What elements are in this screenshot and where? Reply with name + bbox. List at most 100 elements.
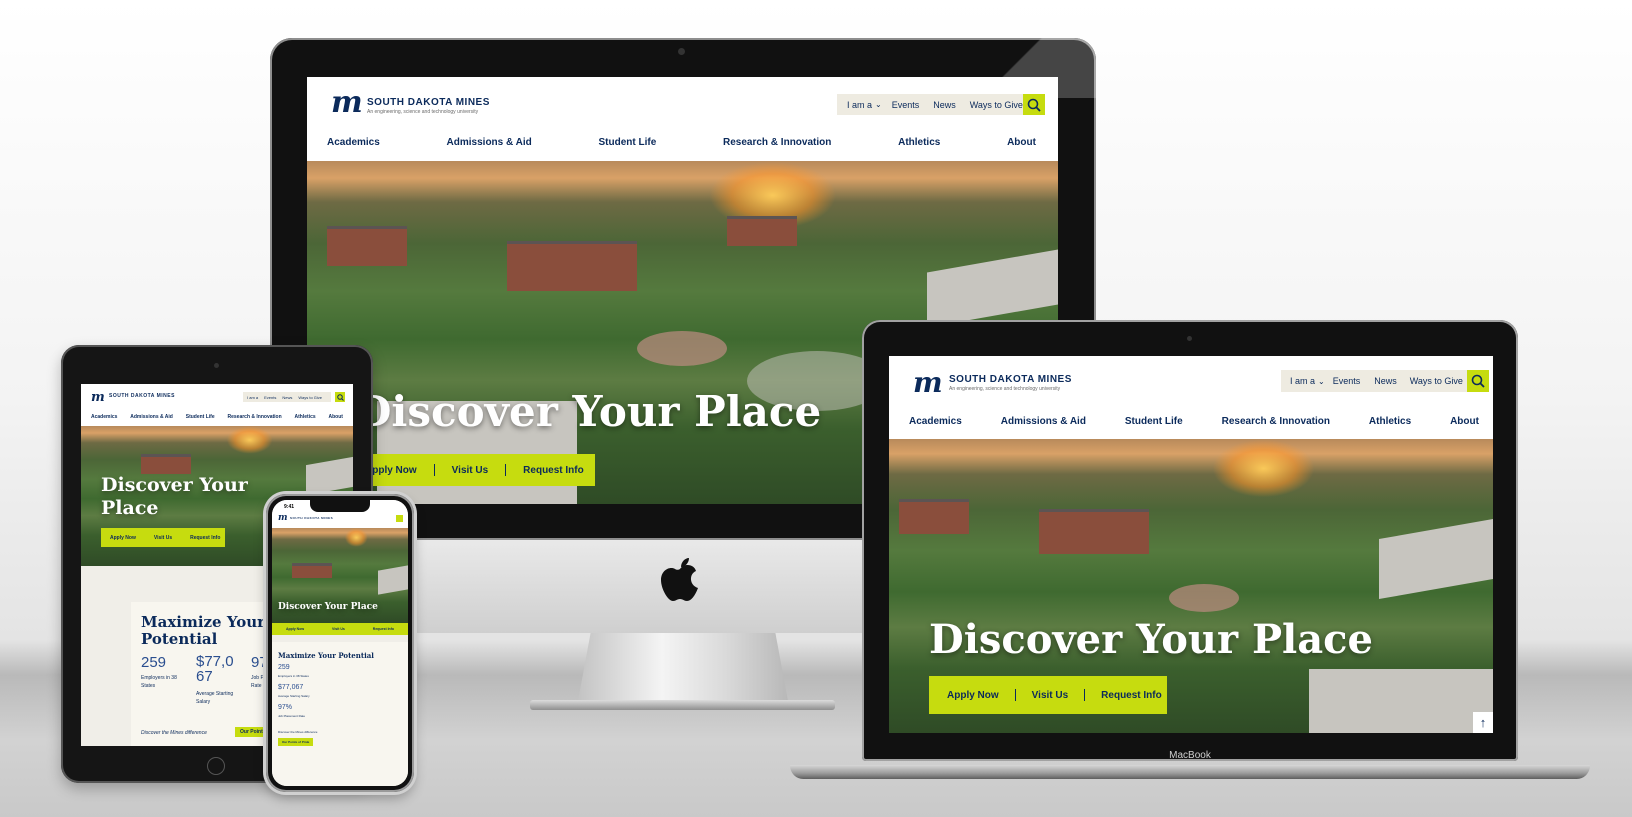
request-info-button[interactable]: Request Info [373, 627, 394, 631]
iphone-screen: 9:41 m SOUTH DAKOTA MINES Discover Your … [272, 500, 408, 786]
macbook-camera [1187, 336, 1192, 341]
stat-value: $77,067 [196, 653, 234, 685]
apply-now-button[interactable]: Apply Now [110, 535, 136, 541]
stat-label: Employers in 38 States [278, 674, 309, 678]
logo[interactable]: m [278, 513, 288, 523]
visit-us-button[interactable]: Visit Us [452, 465, 489, 476]
hero-title: Discover Your Place [278, 602, 378, 612]
nav-athletics[interactable]: Athletics [1369, 416, 1411, 427]
nav-athletics[interactable]: Athletics [898, 137, 940, 148]
give-link[interactable]: Ways to Give [298, 395, 322, 400]
stat-value: $77,067 [278, 684, 304, 691]
apply-now-button[interactable]: Apply Now [947, 690, 999, 701]
cta-bar: Apply Now Visit Us Request Info [101, 528, 225, 547]
stats-title: Maximize Your Potential [141, 613, 266, 648]
events-link[interactable]: Events [264, 395, 276, 400]
chevron-down-icon: ⌄ [1318, 376, 1325, 386]
stat-value: 259 [278, 664, 290, 671]
iam-dropdown[interactable]: I am a [247, 395, 258, 400]
stat-label: Average Starting Salary [278, 694, 310, 698]
back-to-top-button[interactable]: ↑ [1473, 712, 1493, 733]
news-link[interactable]: News [282, 395, 292, 400]
hero-title: Discover Your Place [101, 474, 248, 519]
nav-about[interactable]: About [1450, 416, 1479, 427]
iam-dropdown[interactable]: I am a [847, 100, 872, 110]
arrow-up-icon: ↑ [1479, 715, 1487, 730]
give-link[interactable]: Ways to Give [1410, 376, 1463, 386]
main-nav: Academics Admissions & Aid Student Life … [327, 137, 1036, 148]
iam-dropdown[interactable]: I am a [1290, 376, 1315, 386]
search-button[interactable] [1023, 94, 1045, 115]
nav-admissions[interactable]: Admissions & Aid [447, 137, 532, 148]
apply-now-button[interactable]: Apply Now [286, 627, 304, 631]
stat-label: Average Starting Salary [196, 691, 234, 705]
site-header: m SOUTH DAKOTA MINES An engineering, sci… [889, 356, 1493, 439]
news-link[interactable]: News [933, 100, 956, 110]
nav-academics[interactable]: Academics [909, 416, 962, 427]
imac-camera [678, 48, 685, 55]
macbook-base [790, 765, 1590, 779]
imac-stand [578, 633, 788, 701]
search-icon [1027, 98, 1041, 112]
status-time: 9:41 [284, 504, 295, 510]
news-link[interactable]: News [1374, 376, 1397, 386]
nav-about[interactable]: About [1007, 137, 1036, 148]
visit-us-button[interactable]: Visit Us [1032, 690, 1069, 701]
stat-value: 259 [141, 654, 167, 671]
brand-tagline: An engineering, science and technology u… [367, 109, 479, 115]
nav-student-life[interactable]: Student Life [1125, 416, 1183, 427]
search-icon [336, 393, 344, 401]
nav-academics[interactable]: Academics [327, 137, 380, 148]
stat-value: 97% [278, 704, 293, 711]
stats-section: Maximize Your Potential 259 Employers in… [272, 642, 408, 786]
utility-bar: I am a ⌄ Events News Ways to Give [837, 94, 1037, 115]
nav-research[interactable]: Research & Innovation [723, 137, 831, 148]
brand-name: SOUTH DAKOTA MINES [109, 393, 175, 399]
request-info-button[interactable]: Request Info [523, 465, 584, 476]
macbook-screen: m SOUTH DAKOTA MINES An engineering, sci… [889, 356, 1493, 733]
nav-admissions[interactable]: Admissions & Aid [1001, 416, 1086, 427]
difference-text: Discover the Mines difference [141, 730, 207, 736]
stat-label: Employers in 38 States [141, 675, 177, 689]
stat-label: Job Placement Rate [278, 714, 306, 718]
logo[interactable]: m [331, 85, 363, 120]
nav-about[interactable]: About [329, 414, 343, 420]
request-info-button[interactable]: Request Info [190, 535, 220, 541]
search-button[interactable] [1467, 370, 1489, 392]
events-link[interactable]: Events [1333, 376, 1361, 386]
search-icon [1471, 374, 1485, 388]
logo[interactable]: m [913, 366, 943, 399]
brand-tagline: An engineering, science and technology u… [949, 386, 1061, 392]
difference-text: Discover the Mines difference [278, 730, 318, 734]
request-info-button[interactable]: Request Info [1101, 690, 1162, 701]
pride-button[interactable]: Our Points of Pride [278, 738, 314, 746]
nav-research[interactable]: Research & Innovation [1222, 416, 1330, 427]
nav-student-life[interactable]: Student Life [598, 137, 656, 148]
visit-us-button[interactable]: Visit Us [332, 627, 345, 631]
search-button[interactable] [396, 515, 403, 522]
apple-logo-icon [660, 555, 700, 605]
utility-bar: I am a ⌄ Events News Ways to Give [1281, 370, 1471, 392]
logo[interactable]: m [91, 390, 105, 405]
search-button[interactable] [335, 392, 345, 402]
site-header: m SOUTH DAKOTA MINES I am a Events News … [81, 384, 353, 426]
iphone-notch [310, 500, 370, 512]
macbook-bezel-label: MacBook [1169, 750, 1211, 761]
nav-research[interactable]: Research & Innovation [227, 414, 281, 420]
hero-title: Discover Your Place [929, 616, 1373, 663]
stats-title: Maximize Your Potential [278, 651, 374, 660]
nav-admissions[interactable]: Admissions & Aid [130, 414, 173, 420]
ipad-camera [214, 363, 219, 368]
brand-name: SOUTH DAKOTA MINES [949, 374, 1072, 385]
utility-bar: I am a Events News Ways to Give [243, 392, 331, 402]
nav-academics[interactable]: Academics [91, 414, 117, 420]
nav-student-life[interactable]: Student Life [186, 414, 215, 420]
give-link[interactable]: Ways to Give [970, 100, 1023, 110]
nav-athletics[interactable]: Athletics [295, 414, 316, 420]
imac-base [530, 700, 835, 710]
cta-bar: Apply Now Visit Us Request Info [272, 623, 408, 635]
events-link[interactable]: Events [892, 100, 920, 110]
visit-us-button[interactable]: Visit Us [154, 535, 172, 541]
brand-name: SOUTH DAKOTA MINES [290, 516, 334, 520]
main-nav: Academics Admissions & Aid Student Life … [91, 414, 343, 420]
